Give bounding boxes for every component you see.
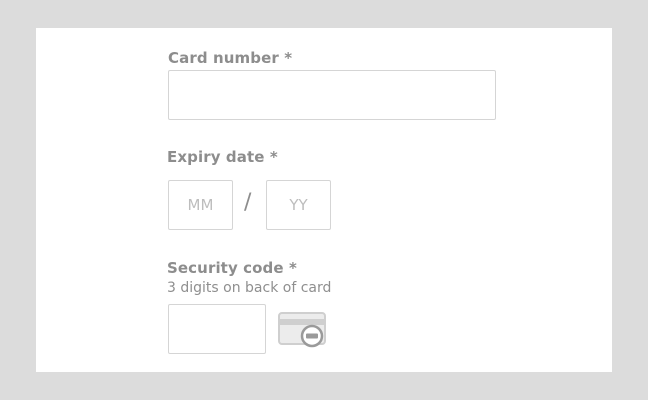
expiry-separator: / (244, 190, 252, 215)
card-number-label: Card number * (168, 49, 293, 67)
expiry-date-label: Expiry date * (167, 148, 278, 166)
credit-card-security-icon (278, 310, 330, 348)
expiry-year-input[interactable] (266, 180, 331, 230)
security-code-label: Security code * (167, 259, 297, 277)
payment-form-panel: Card number * Expiry date * / Security c… (36, 28, 612, 372)
card-number-input[interactable] (168, 70, 496, 120)
expiry-month-input[interactable] (168, 180, 233, 230)
security-code-hint: 3 digits on back of card (167, 280, 332, 296)
security-code-input[interactable] (168, 304, 266, 354)
